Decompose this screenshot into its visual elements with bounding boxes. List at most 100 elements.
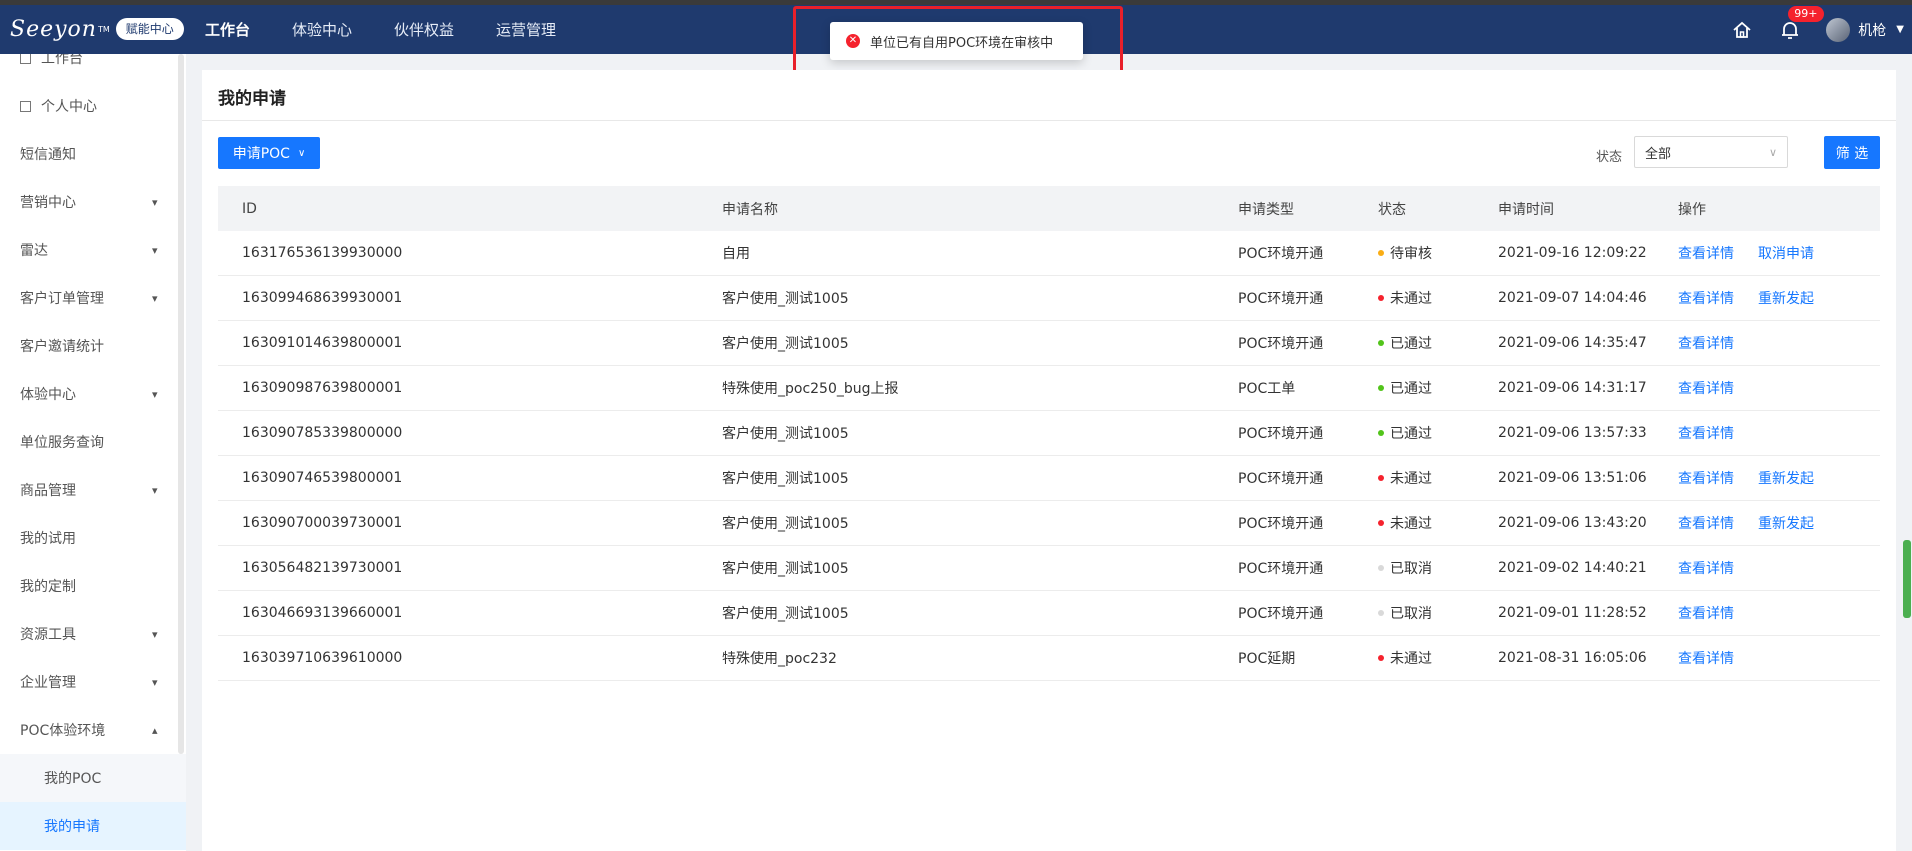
table-body: 163176536139930000 自用 POC环境开通 待审核 2021-09-16… <box>218 231 1880 681</box>
status-dot-icon <box>1378 610 1384 616</box>
nav-item-workbench[interactable]: 工作台 <box>205 19 250 40</box>
apply-poc-button[interactable]: 申请POC ∨ <box>218 137 320 169</box>
cell-type: POC环境开通 <box>1238 336 1324 352</box>
avatar[interactable] <box>1826 17 1851 42</box>
sidebar-item-experience-center[interactable]: 体验中心 ▾ <box>0 370 186 418</box>
nav-item-partner-benefits[interactable]: 伙伴权益 <box>394 19 454 40</box>
chevron-up-icon: ▴ <box>152 723 158 737</box>
cell-time: 2021-09-07 14:04:46 <box>1498 290 1647 306</box>
sidebar-item-customer-orders[interactable]: 客户订单管理 ▾ <box>0 274 186 322</box>
cell-actions: 查看详情 <box>1678 558 1880 578</box>
cell-actions: 查看详情 重新发起 <box>1678 513 1880 533</box>
table-row: 163090700039730001 客户使用_测试1005 POC环境开通 未通过 2… <box>218 501 1880 546</box>
sidebar-item-workbench[interactable]: 工作台 <box>0 54 186 82</box>
cell-name: 自用 <box>722 246 750 262</box>
cell-type: POC环境开通 <box>1238 516 1324 532</box>
col-header-id: ID <box>242 200 257 217</box>
status-text: 未通过 <box>1390 516 1432 532</box>
status-dot-icon <box>1378 250 1384 256</box>
cell-time: 2021-09-06 13:51:06 <box>1498 470 1647 486</box>
view-details-link[interactable]: 查看详情 <box>1678 558 1734 578</box>
sidebar-item-product-management[interactable]: 商品管理 ▾ <box>0 466 186 514</box>
sidebar-scrollbar[interactable] <box>178 54 184 754</box>
cell-status: 待审核 <box>1378 243 1498 263</box>
sidebar-item-my-applications[interactable]: 我的申请 <box>0 802 186 850</box>
sidebar-item-my-trials[interactable]: 我的试用 <box>0 514 186 562</box>
col-header-status: 状态 <box>1378 201 1406 218</box>
status-filter-value: 全部 <box>1645 146 1672 162</box>
status-text: 已通过 <box>1390 426 1432 442</box>
chevron-down-icon: ▾ <box>152 627 158 641</box>
cell-status: 已通过 <box>1378 333 1498 353</box>
top-right-tools: 99+ 机枪 ▼ <box>1730 5 1904 54</box>
sidebar-item-service-query[interactable]: 单位服务查询 <box>0 418 186 466</box>
cell-id: 163046693139660001 <box>242 605 403 621</box>
cell-name: 客户使用_测试1005 <box>722 606 849 622</box>
sidebar-item-my-customizations[interactable]: 我的定制 <box>0 562 186 610</box>
sidebar-item-label: 客户邀请统计 <box>20 339 104 355</box>
sidebar: 工作台 个人中心 短信通知 营销中心 ▾ 雷达 ▾ 客户订单管理 ▾ 客户邀请统计 体… <box>0 54 186 851</box>
nav-item-operations[interactable]: 运营管理 <box>496 19 556 40</box>
bell-icon[interactable]: 99+ <box>1778 5 1824 42</box>
cell-type: POC延期 <box>1238 651 1296 667</box>
view-details-link[interactable]: 查看详情 <box>1678 243 1734 263</box>
error-toast: ✕ 单位已有自用POC环境在审核中 <box>830 22 1083 60</box>
chevron-down-icon: ∨ <box>297 147 306 159</box>
filter-button[interactable]: 筛 选 <box>1824 136 1880 169</box>
sidebar-item-resource-tools[interactable]: 资源工具 ▾ <box>0 610 186 658</box>
view-details-link[interactable]: 查看详情 <box>1678 423 1734 443</box>
status-text: 未通过 <box>1390 471 1432 487</box>
home-icon[interactable] <box>1730 18 1754 42</box>
cell-name: 特殊使用_poc250_bug上报 <box>722 381 899 397</box>
secondary-action-link[interactable]: 重新发起 <box>1758 288 1814 308</box>
cell-name: 特殊使用_poc232 <box>722 651 837 667</box>
cell-type: POC工单 <box>1238 381 1296 397</box>
sidebar-item-label: 雷达 <box>20 243 48 259</box>
secondary-action-link[interactable]: 重新发起 <box>1758 468 1814 488</box>
cell-time: 2021-09-16 12:09:22 <box>1498 245 1647 261</box>
sidebar-item-radar[interactable]: 雷达 ▾ <box>0 226 186 274</box>
view-details-link[interactable]: 查看详情 <box>1678 603 1734 623</box>
logo-text: Seeyon <box>10 16 97 42</box>
sidebar-item-personal-center[interactable]: 个人中心 <box>0 82 186 130</box>
status-dot-icon <box>1378 655 1384 661</box>
view-details-link[interactable]: 查看详情 <box>1678 333 1734 353</box>
page-scrollbar[interactable] <box>1903 540 1911 618</box>
cell-type: POC环境开通 <box>1238 246 1324 262</box>
table-row: 163176536139930000 自用 POC环境开通 待审核 2021-09-16… <box>218 231 1880 276</box>
view-details-link[interactable]: 查看详情 <box>1678 468 1734 488</box>
table-row: 163056482139730001 客户使用_测试1005 POC环境开通 已取消 2… <box>218 546 1880 591</box>
status-dot-icon <box>1378 430 1384 436</box>
sidebar-item-customer-invites[interactable]: 客户邀请统计 <box>0 322 186 370</box>
view-details-link[interactable]: 查看详情 <box>1678 648 1734 668</box>
sidebar-item-sms-notify[interactable]: 短信通知 <box>0 130 186 178</box>
nav-item-experience-center[interactable]: 体验中心 <box>292 19 352 40</box>
cell-actions: 查看详情 <box>1678 333 1880 353</box>
view-details-link[interactable]: 查看详情 <box>1678 378 1734 398</box>
view-details-link[interactable]: 查看详情 <box>1678 513 1734 533</box>
sidebar-item-label: 商品管理 <box>20 483 76 499</box>
chevron-down-icon: ▾ <box>152 195 158 209</box>
logo-trademark: TM <box>97 24 110 34</box>
chevron-down-icon: ▾ <box>152 675 158 689</box>
table-row: 163090746539800001 客户使用_测试1005 POC环境开通 未通过 2… <box>218 456 1880 501</box>
user-name[interactable]: 机枪 <box>1858 20 1886 40</box>
sidebar-item-marketing[interactable]: 营销中心 ▾ <box>0 178 186 226</box>
cell-time: 2021-09-02 14:40:21 <box>1498 560 1647 576</box>
chevron-down-icon: ▾ <box>152 243 158 257</box>
sidebar-item-my-poc[interactable]: 我的POC <box>0 754 186 802</box>
chevron-down-icon[interactable]: ▼ <box>1896 24 1904 35</box>
sidebar-item-enterprise-management[interactable]: 企业管理 ▾ <box>0 658 186 706</box>
cell-time: 2021-09-01 11:28:52 <box>1498 605 1647 621</box>
chevron-down-icon: ▾ <box>152 291 158 305</box>
view-details-link[interactable]: 查看详情 <box>1678 288 1734 308</box>
cell-time: 2021-09-06 13:57:33 <box>1498 425 1647 441</box>
applications-table: ID 申请名称 申请类型 状态 申请时间 操作 1631765361399300… <box>218 186 1880 681</box>
logo[interactable]: Seeyon TM 赋能中心 <box>10 15 184 43</box>
secondary-action-link[interactable]: 取消申请 <box>1758 243 1814 263</box>
toast-message: 单位已有自用POC环境在审核中 <box>870 35 1054 51</box>
status-filter-select[interactable]: 全部 ∨ <box>1634 136 1788 168</box>
secondary-action-link[interactable]: 重新发起 <box>1758 513 1814 533</box>
chevron-down-icon: ∨ <box>1768 145 1777 159</box>
sidebar-item-poc-environment[interactable]: POC体验环境 ▴ <box>0 706 186 754</box>
